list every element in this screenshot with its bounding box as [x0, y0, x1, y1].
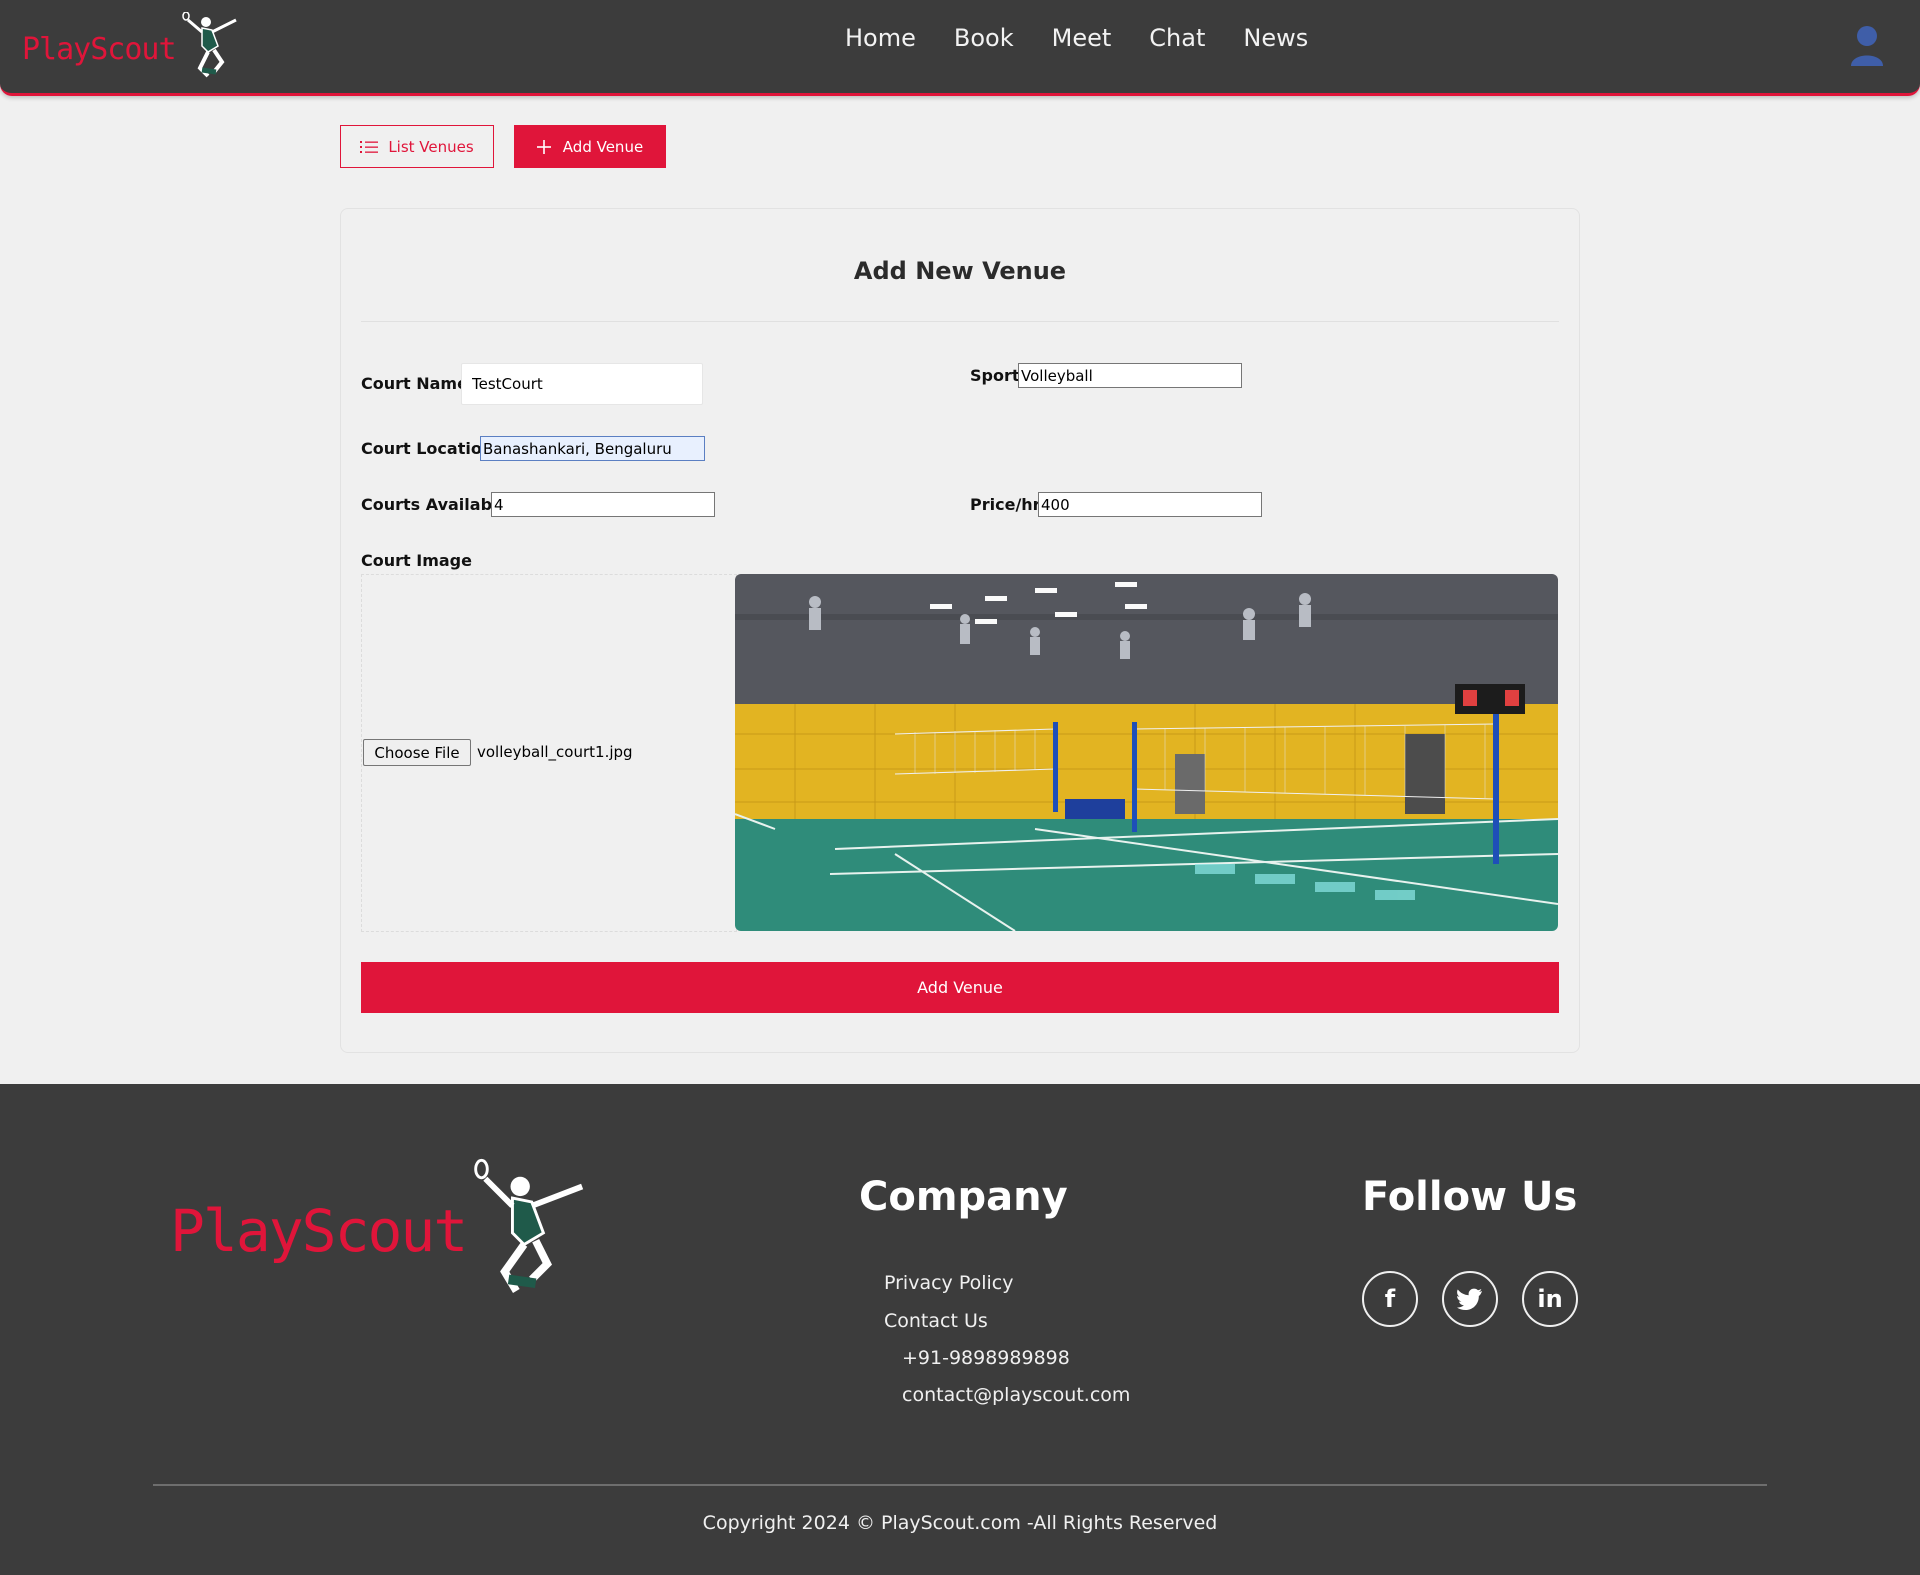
list-venues-button[interactable]: List Venues	[340, 125, 494, 168]
site-footer: PlayScout Company Privacy Policy Contact…	[0, 1084, 1920, 1575]
choose-file-button[interactable]: Choose File	[363, 739, 471, 766]
sport-input[interactable]	[1018, 363, 1242, 388]
footer-brand-logo: PlayScout	[170, 1156, 586, 1306]
form-title: Add New Venue	[853, 257, 1067, 285]
court-location-input[interactable]	[480, 436, 705, 461]
add-venue-form-card: Add New Venue Court Name Sport Court Loc…	[340, 208, 1580, 1053]
copyright-text: Copyright 2024 © PlayScout.com -All Righ…	[702, 1512, 1218, 1534]
nav-meet[interactable]: Meet	[1052, 24, 1112, 52]
sport-label: Sport	[970, 366, 1020, 385]
phone-link[interactable]: +91-9898989898	[902, 1347, 1070, 1369]
add-venue-tab-label: Add Venue	[562, 137, 644, 156]
nav-chat[interactable]: Chat	[1149, 24, 1205, 52]
list-venues-label: List Venues	[388, 137, 474, 156]
court-name-label: Court Name	[361, 374, 468, 393]
linkedin-icon[interactable]: in	[1522, 1271, 1578, 1327]
form-divider	[361, 321, 1559, 322]
brand-logo[interactable]: PlayScout	[22, 10, 240, 88]
facebook-icon[interactable]: f	[1362, 1271, 1418, 1327]
list-icon	[360, 140, 379, 153]
courts-available-label: Courts Available	[361, 495, 509, 514]
nav-book[interactable]: Book	[954, 24, 1014, 52]
court-image-preview	[735, 574, 1558, 931]
footer-divider	[153, 1484, 1767, 1486]
nav-home[interactable]: Home	[845, 24, 916, 52]
top-navbar: PlayScout Home Book Meet Chat News	[0, 0, 1920, 96]
price-input[interactable]	[1038, 492, 1262, 517]
court-location-label: Court Location	[361, 439, 494, 458]
company-heading: Company	[859, 1174, 1068, 1220]
price-label: Price/hr	[970, 495, 1041, 514]
footer-brand-text: PlayScout	[170, 1197, 468, 1265]
badminton-player-icon	[181, 12, 237, 78]
contact-us-link[interactable]: Contact Us	[884, 1310, 988, 1332]
nav-news[interactable]: News	[1243, 24, 1308, 52]
court-image-label: Court Image	[361, 551, 472, 570]
court-name-input[interactable]	[461, 363, 703, 405]
twitter-icon[interactable]	[1442, 1271, 1498, 1327]
brand-logo-text: PlayScout	[22, 31, 177, 67]
email-link[interactable]: contact@playscout.com	[902, 1384, 1130, 1406]
add-venue-tab-button[interactable]: Add Venue	[514, 125, 666, 168]
privacy-policy-link[interactable]: Privacy Policy	[884, 1272, 1013, 1294]
badminton-player-icon	[474, 1158, 584, 1293]
plus-icon	[536, 139, 551, 154]
courts-available-input[interactable]	[491, 492, 715, 517]
user-avatar-icon[interactable]	[1849, 24, 1885, 72]
add-venue-submit-button[interactable]: Add Venue	[361, 962, 1559, 1013]
main-nav: Home Book Meet Chat News	[845, 24, 1308, 52]
follow-us-heading: Follow Us	[1362, 1174, 1578, 1220]
selected-file-name: volleyball_court1.jpg	[477, 743, 633, 761]
